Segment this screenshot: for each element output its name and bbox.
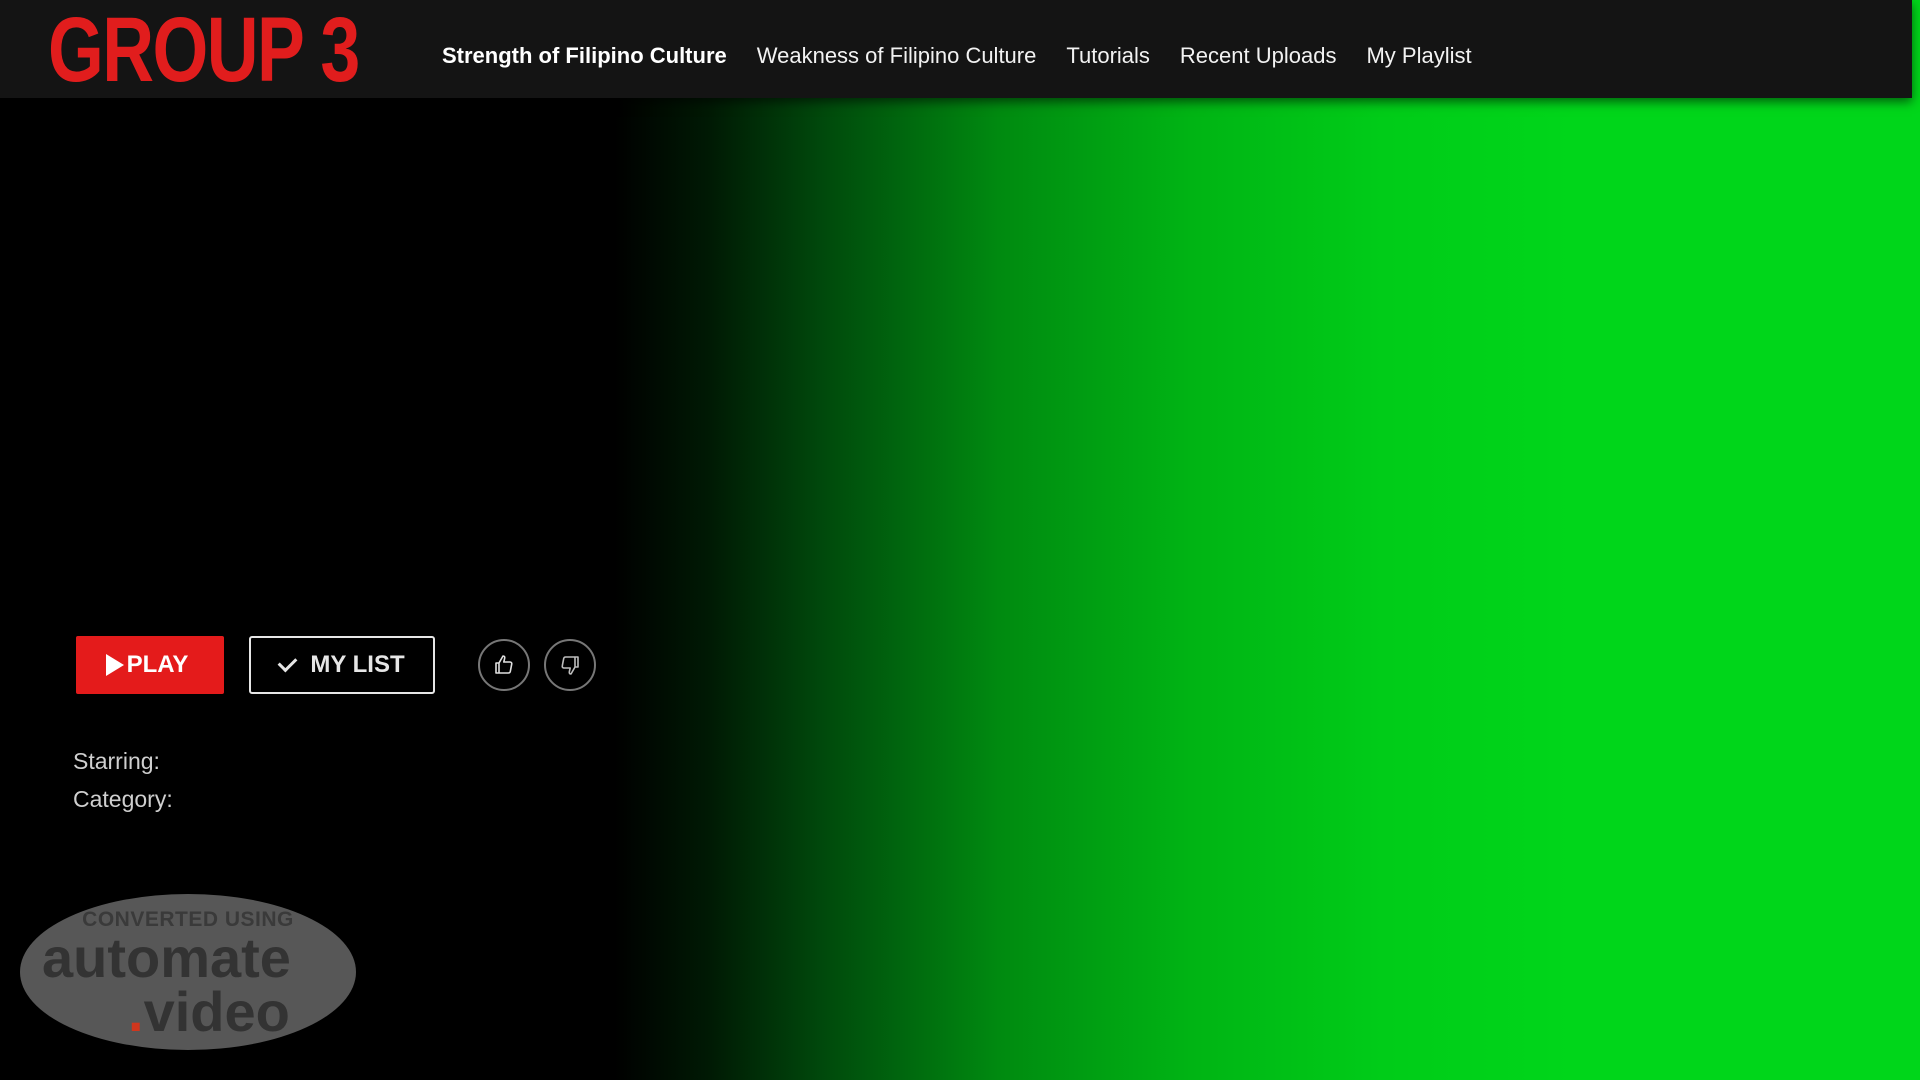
watermark-main-text: automate <box>42 926 291 989</box>
starring-label: Starring: <box>73 748 160 774</box>
nav-item-strength[interactable]: Strength of Filipino Culture <box>442 43 727 69</box>
dislike-button[interactable] <box>544 639 596 691</box>
nav-item-recent-uploads[interactable]: Recent Uploads <box>1180 43 1337 69</box>
my-list-button-label: MY LIST <box>310 651 405 678</box>
detail-meta: Starring: Category: <box>73 742 173 818</box>
hero-stage: GROUP 3 Strength of Filipino Culture Wea… <box>0 0 1920 1080</box>
top-nav-bar: GROUP 3 Strength of Filipino Culture Wea… <box>0 0 1912 98</box>
thumbs-down-icon <box>561 656 579 675</box>
action-controls: PLAY MY LIST <box>76 636 596 694</box>
nav-item-my-playlist[interactable]: My Playlist <box>1366 43 1471 69</box>
watermark-dot: . <box>128 980 144 1043</box>
watermark-sub-word: video <box>143 980 290 1043</box>
play-button-label: PLAY <box>126 651 189 678</box>
nav-item-tutorials[interactable]: Tutorials <box>1066 43 1150 69</box>
watermark-badge: CONVERTED USING automate .video <box>20 894 356 1050</box>
main-nav: Strength of Filipino Culture Weakness of… <box>442 0 1472 112</box>
like-button[interactable] <box>478 639 530 691</box>
play-icon <box>105 654 124 676</box>
brand-logo[interactable]: GROUP 3 <box>48 2 360 98</box>
play-button[interactable]: PLAY <box>76 636 224 694</box>
watermark-sub-text: .video <box>128 984 290 1040</box>
thumbs-up-icon <box>495 655 513 674</box>
nav-item-weakness[interactable]: Weakness of Filipino Culture <box>757 43 1037 69</box>
my-list-button[interactable]: MY LIST <box>249 636 435 694</box>
check-icon <box>277 652 298 672</box>
category-label: Category: <box>73 786 173 812</box>
